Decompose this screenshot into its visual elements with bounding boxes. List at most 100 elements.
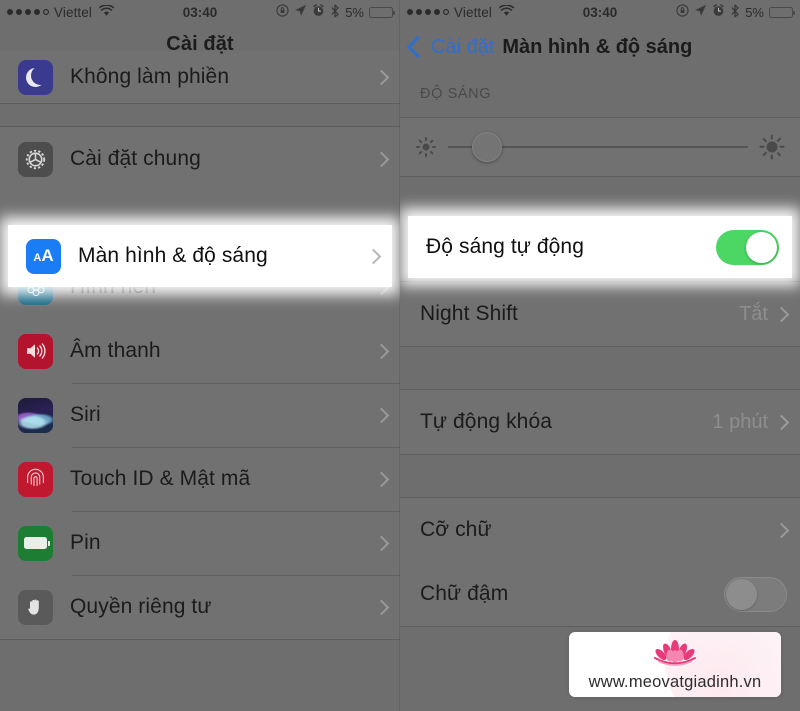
- auto-brightness-toggle[interactable]: [716, 229, 779, 265]
- group-spacer: [400, 455, 800, 497]
- battery-icon: [769, 6, 796, 18]
- bold-text-toggle[interactable]: [724, 576, 787, 612]
- rotation-lock-icon: [276, 4, 289, 20]
- back-button[interactable]: Cài đặt: [406, 35, 495, 59]
- alarm-clock-icon: [312, 4, 325, 20]
- brightness-slider-thumb[interactable]: [472, 132, 502, 162]
- row-night-shift[interactable]: Night Shift Tắt: [400, 282, 800, 346]
- sidebar-item-label: Siri: [70, 403, 101, 426]
- row-label: Chữ đậm: [420, 582, 509, 605]
- settings-group-auto-lock: Tự động khóa 1 phút: [400, 389, 800, 455]
- sidebar-item-label: Quyền riêng tư: [70, 595, 212, 618]
- chevron-right-icon: [773, 414, 790, 430]
- signal-dot: [25, 9, 31, 15]
- signal-strength-dots: [407, 9, 449, 15]
- wifi-icon: [498, 3, 515, 20]
- chevron-right-icon: [365, 248, 382, 264]
- sidebar-item-battery[interactable]: Pin: [0, 511, 400, 575]
- row-bold-text[interactable]: Chữ đậm: [400, 562, 800, 626]
- display-aa-icon: AA: [26, 238, 61, 274]
- settings-group-text: Cỡ chữ Chữ đậm: [400, 497, 800, 627]
- sidebar-item-label: Màn hình & độ sáng: [78, 244, 268, 267]
- highlighted-sidebar-item-display-brightness[interactable]: AA Màn hình & độ sáng: [8, 225, 392, 287]
- row-label: Night Shift: [420, 302, 518, 325]
- row-auto-lock[interactable]: Tự động khóa 1 phút: [400, 390, 800, 454]
- watermark-url: www.meovatgiadinh.vn: [588, 673, 762, 691]
- chevron-right-icon: [373, 69, 390, 85]
- bluetooth-icon: [330, 4, 340, 21]
- row-text-size[interactable]: Cỡ chữ: [400, 498, 800, 562]
- sidebar-item-general[interactable]: Cài đặt chung: [0, 127, 400, 191]
- carrier-name: Viettel: [454, 4, 492, 20]
- nav-bar-right: Cài đặt Màn hình & độ sáng: [400, 24, 800, 70]
- signal-dot: [407, 9, 413, 15]
- brightness-slider-row[interactable]: [400, 117, 800, 177]
- group-spacer: [400, 347, 800, 389]
- battery-icon: [18, 525, 53, 561]
- sidebar-item-label: Âm thanh: [70, 339, 161, 362]
- chevron-right-icon: [773, 306, 790, 322]
- speaker-icon: [18, 333, 53, 369]
- sidebar-item-privacy[interactable]: Quyền riêng tư: [0, 575, 400, 639]
- sidebar-item-label: Touch ID & Mật mã: [70, 467, 251, 490]
- fingerprint-icon: [18, 461, 53, 497]
- brightness-low-icon: [416, 137, 436, 157]
- display-brightness-screen: Viettel 03:40 5% Cài đặt Màn hình & độ s…: [400, 0, 800, 711]
- signal-dot: [416, 9, 422, 15]
- sidebar-item-siri[interactable]: Siri: [0, 383, 400, 447]
- moon-icon: [18, 59, 53, 95]
- signal-dot: [434, 9, 440, 15]
- carrier-name: Viettel: [54, 4, 92, 20]
- status-bar-left: Viettel 03:40 5%: [0, 0, 400, 24]
- chevron-right-icon: [373, 343, 390, 359]
- settings-group-night-shift: Night Shift Tắt: [400, 281, 800, 347]
- row-label: Cỡ chữ: [420, 518, 492, 541]
- location-arrow-icon: [694, 4, 707, 20]
- settings-list: Không làm phiền Cài đặt chung Hình nền: [0, 51, 400, 640]
- chevron-right-icon: [373, 599, 390, 615]
- sidebar-item-touch-id-passcode[interactable]: Touch ID & Mật mã: [0, 447, 400, 511]
- watermark-badge: www.meovatgiadinh.vn: [569, 632, 781, 697]
- wifi-icon: [98, 3, 115, 20]
- row-label: Độ sáng tự động: [426, 235, 584, 258]
- battery-percent-label: 5%: [745, 4, 764, 20]
- hand-icon: [18, 589, 53, 625]
- chevron-right-icon: [773, 522, 790, 538]
- battery-percent-label: 5%: [345, 4, 364, 20]
- signal-dot: [7, 9, 13, 15]
- page-title: Cài đặt: [166, 32, 234, 55]
- group-spacer: [0, 104, 400, 126]
- status-bar-indicators: 5%: [676, 4, 796, 21]
- settings-list-screen: Viettel 03:40 5% Cài đặt Không làm phiền…: [0, 0, 400, 711]
- brightness-high-icon: [759, 134, 785, 160]
- bluetooth-icon: [730, 4, 740, 21]
- page-title: Màn hình & độ sáng: [502, 35, 693, 58]
- rotation-lock-icon: [676, 4, 689, 20]
- sidebar-item-label: Pin: [70, 531, 101, 554]
- sidebar-item-label: Cài đặt chung: [70, 147, 201, 170]
- highlighted-row-auto-brightness[interactable]: Độ sáng tự động: [408, 216, 792, 278]
- chevron-right-icon: [373, 407, 390, 423]
- chevron-left-icon: [406, 35, 430, 59]
- brightness-slider-track[interactable]: [448, 132, 748, 162]
- chevron-right-icon: [373, 471, 390, 487]
- back-button-label: Cài đặt: [431, 35, 495, 58]
- section-header-brightness: ĐỘ SÁNG: [420, 86, 492, 102]
- nav-bar-left: Cài đặt: [0, 24, 400, 64]
- row-label: Tự động khóa: [420, 410, 553, 433]
- chevron-right-icon: [373, 151, 390, 167]
- siri-icon: [18, 397, 53, 433]
- status-bar-signal-group: Viettel: [7, 3, 115, 20]
- chevron-right-icon: [373, 535, 390, 551]
- sidebar-item-sounds[interactable]: Âm thanh: [0, 319, 400, 383]
- lotus-flower-icon: [646, 637, 704, 672]
- location-arrow-icon: [294, 4, 307, 20]
- gear-icon: [18, 141, 53, 177]
- status-bar-indicators: 5%: [276, 4, 396, 21]
- battery-icon: [369, 6, 396, 18]
- toggle-knob: [746, 231, 777, 263]
- signal-dot: [16, 9, 22, 15]
- signal-dot: [34, 9, 40, 15]
- settings-group-main: Cài đặt chung Hình nền Âm thanh: [0, 126, 400, 640]
- signal-dot: [443, 9, 449, 15]
